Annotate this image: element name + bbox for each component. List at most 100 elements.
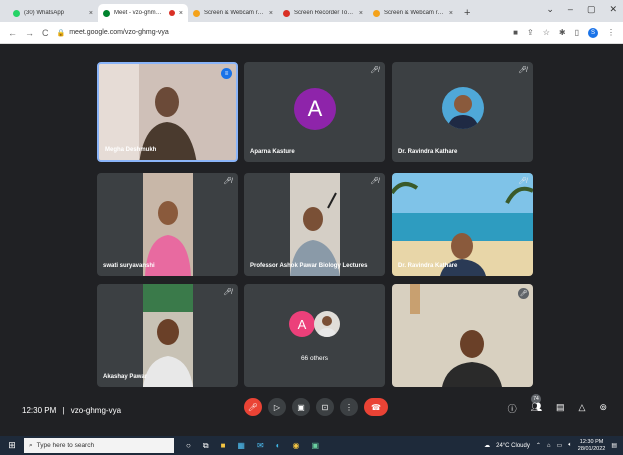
mic-muted-icon: 🎤︎̸: [370, 178, 379, 185]
close-tab-icon[interactable]: ×: [269, 10, 273, 17]
participant-tile-megha[interactable]: ≡ Megha Deshmukh: [97, 62, 238, 162]
host-controls-icon[interactable]: ⊚: [599, 402, 607, 415]
network-icon[interactable]: ⌂: [547, 443, 551, 449]
tab-screen-recorder-2[interactable]: Screen & Webcam recorder ×: [368, 4, 458, 22]
cortana-icon[interactable]: ○: [186, 441, 191, 451]
media-icon[interactable]: ▣: [312, 441, 320, 451]
video-feed: [290, 173, 340, 276]
participant-tile-ravindra-video[interactable]: 🎤︎̸ Dr. Ravindra Kathare: [392, 173, 533, 276]
close-tab-icon[interactable]: ×: [449, 10, 453, 17]
mic-toggle-button[interactable]: 🎤︎: [244, 398, 262, 416]
tab-screen-recorder-tool[interactable]: Screen Recorder Tool | Reco ×: [278, 4, 368, 22]
maximize-icon[interactable]: ▢: [587, 4, 596, 15]
tab-meet[interactable]: Meet - vzo-ghmg-vya ×: [98, 4, 188, 22]
tab-screen-recorder-1[interactable]: Screen & Webcam recorder ×: [188, 4, 278, 22]
reload-icon[interactable]: C: [42, 28, 49, 38]
leave-call-button[interactable]: ☎: [364, 398, 388, 416]
close-tab-icon[interactable]: ×: [179, 10, 183, 17]
mic-muted-icon: 🎤︎̸: [518, 67, 527, 74]
volume-icon[interactable]: 🔈︎: [568, 442, 572, 449]
file-explorer-icon[interactable]: ■: [221, 441, 226, 451]
captions-button[interactable]: ▣: [292, 398, 310, 416]
meeting-code: vzo-ghmg-vya: [70, 406, 122, 415]
tab-whatsapp[interactable]: (30) WhatsApp ×: [8, 4, 98, 22]
tray-expand-icon[interactable]: ⌃: [536, 442, 541, 449]
chat-icon[interactable]: ▤: [556, 402, 565, 415]
avatar-initial: A: [297, 316, 307, 332]
recorder-icon: [373, 9, 380, 17]
new-tab-button[interactable]: +: [464, 7, 470, 19]
store-icon[interactable]: ▦: [237, 441, 245, 451]
tab-title: Screen Recorder Tool | Reco: [294, 10, 355, 16]
notifications-icon[interactable]: ▤: [611, 442, 617, 449]
mic-muted-icon: 🎤︎: [518, 288, 529, 299]
window-controls: ⌄ – ▢ ✕: [546, 4, 617, 15]
speaking-indicator-icon: ≡: [221, 68, 232, 79]
close-tab-icon[interactable]: ×: [89, 10, 93, 17]
edge-icon[interactable]: ◐: [276, 441, 281, 451]
tab-title: (30) WhatsApp: [24, 10, 65, 16]
back-icon[interactable]: ←: [8, 28, 17, 38]
tab-title: Screen & Webcam recorder: [384, 10, 445, 16]
video-feed: [143, 284, 193, 387]
share-icon[interactable]: ⇪: [527, 28, 534, 37]
battery-icon[interactable]: ▭: [557, 442, 563, 449]
activities-icon[interactable]: △: [579, 402, 586, 415]
browser-toolbar: ■ ⇪ ☆ ✱ ▯ S ⋮: [513, 27, 615, 38]
recorder-icon: [193, 9, 200, 17]
whatsapp-icon: [13, 9, 20, 17]
participant-tile-others[interactable]: A 66 others: [244, 284, 385, 387]
minimize-icon[interactable]: –: [568, 4, 573, 15]
others-count: 66 others: [300, 355, 329, 362]
participant-tile-aparna[interactable]: A 🎤︎̸ Aparna Kasture: [244, 62, 385, 162]
profile-avatar[interactable]: S: [588, 27, 598, 38]
info-icon[interactable]: ⓘ: [508, 402, 517, 415]
chrome-icon[interactable]: ◉: [293, 441, 300, 451]
participant-tile-ravindra[interactable]: 🎤︎̸ Dr. Ravindra Kathare: [392, 62, 533, 162]
extensions-icon[interactable]: ✱: [559, 28, 566, 37]
meeting-side-controls: ⓘ 👥︎ ▤ △ ⊚: [508, 402, 607, 415]
mail-icon[interactable]: ✉: [257, 441, 264, 451]
lock-icon: 🔒: [56, 29, 66, 37]
participant-tile-ashok[interactable]: 🎤︎̸ Professor Ashok Pawar Biology Lectur…: [244, 173, 385, 276]
participant-photo: [442, 87, 484, 129]
mic-muted-icon: 🎤︎̸: [223, 178, 232, 185]
url-field[interactable]: 🔒 meet.google.com/vzo-ghmg-vya: [57, 29, 506, 37]
search-icon: ⌕: [29, 441, 33, 449]
participant-name: Professor Ashok Pawar Biology Lectures: [250, 263, 368, 269]
star-icon[interactable]: ☆: [543, 28, 550, 37]
video-feed: [392, 284, 533, 387]
taskbar-search-box[interactable]: ⌕ Type here to search: [24, 438, 174, 453]
more-options-button[interactable]: ⋮: [340, 398, 358, 416]
participant-name: Megha Deshmukh: [105, 147, 157, 153]
meeting-controls: 🎤︎ ▷ ▣ ⊡ ⋮ ☎: [244, 398, 388, 416]
forward-icon[interactable]: →: [25, 28, 34, 38]
clock-date: 28/01/2022: [577, 445, 606, 452]
tab-search-icon[interactable]: ⌄: [546, 4, 554, 15]
profile-photo: [317, 316, 337, 337]
taskbar-clock[interactable]: 12:30 PM 28/01/2022: [578, 439, 606, 453]
participant-tile-akashay[interactable]: 🎤︎̸ Akashay Pawar: [97, 284, 238, 387]
camera-toggle-button[interactable]: ▷: [268, 398, 286, 416]
taskbar-app-icons: ○ ⧉ ■ ▦ ✉ ◐ ◉ ▣: [186, 441, 319, 451]
windows-taskbar: ⊞ ⌕ Type here to search ○ ⧉ ■ ▦ ✉ ◐ ◉ ▣ …: [0, 436, 623, 455]
weather-icon[interactable]: ☁: [484, 442, 490, 449]
meet-stage: ≡ Megha Deshmukh A 🎤︎̸ Aparna Kasture 🎤︎…: [0, 44, 623, 436]
sidebar-icon[interactable]: ▯: [575, 28, 579, 37]
participant-tile-unnamed[interactable]: 🎤︎: [392, 284, 533, 387]
close-tab-icon[interactable]: ×: [359, 10, 363, 17]
url-text: meet.google.com/vzo-ghmg-vya: [69, 29, 169, 36]
meeting-time: 12:30 PM: [22, 406, 57, 415]
menu-icon[interactable]: ⋮: [607, 28, 615, 37]
meeting-info: 12:30 PM | vzo-ghmg-vya: [22, 406, 121, 415]
windows-start-icon[interactable]: ⊞: [0, 440, 24, 451]
camera-icon[interactable]: ■: [513, 28, 518, 37]
participant-name: Dr. Ravindra Kathare: [398, 263, 458, 269]
avatar-initial: A: [307, 96, 323, 121]
people-icon[interactable]: 👥︎: [531, 402, 542, 415]
present-button[interactable]: ⊡: [316, 398, 334, 416]
close-window-icon[interactable]: ✕: [609, 4, 617, 15]
participant-tile-swati[interactable]: 🎤︎̸ swati suryavanshi: [97, 173, 238, 276]
clock-time: 12:30 PM: [579, 438, 604, 445]
task-view-icon[interactable]: ⧉: [203, 441, 209, 451]
